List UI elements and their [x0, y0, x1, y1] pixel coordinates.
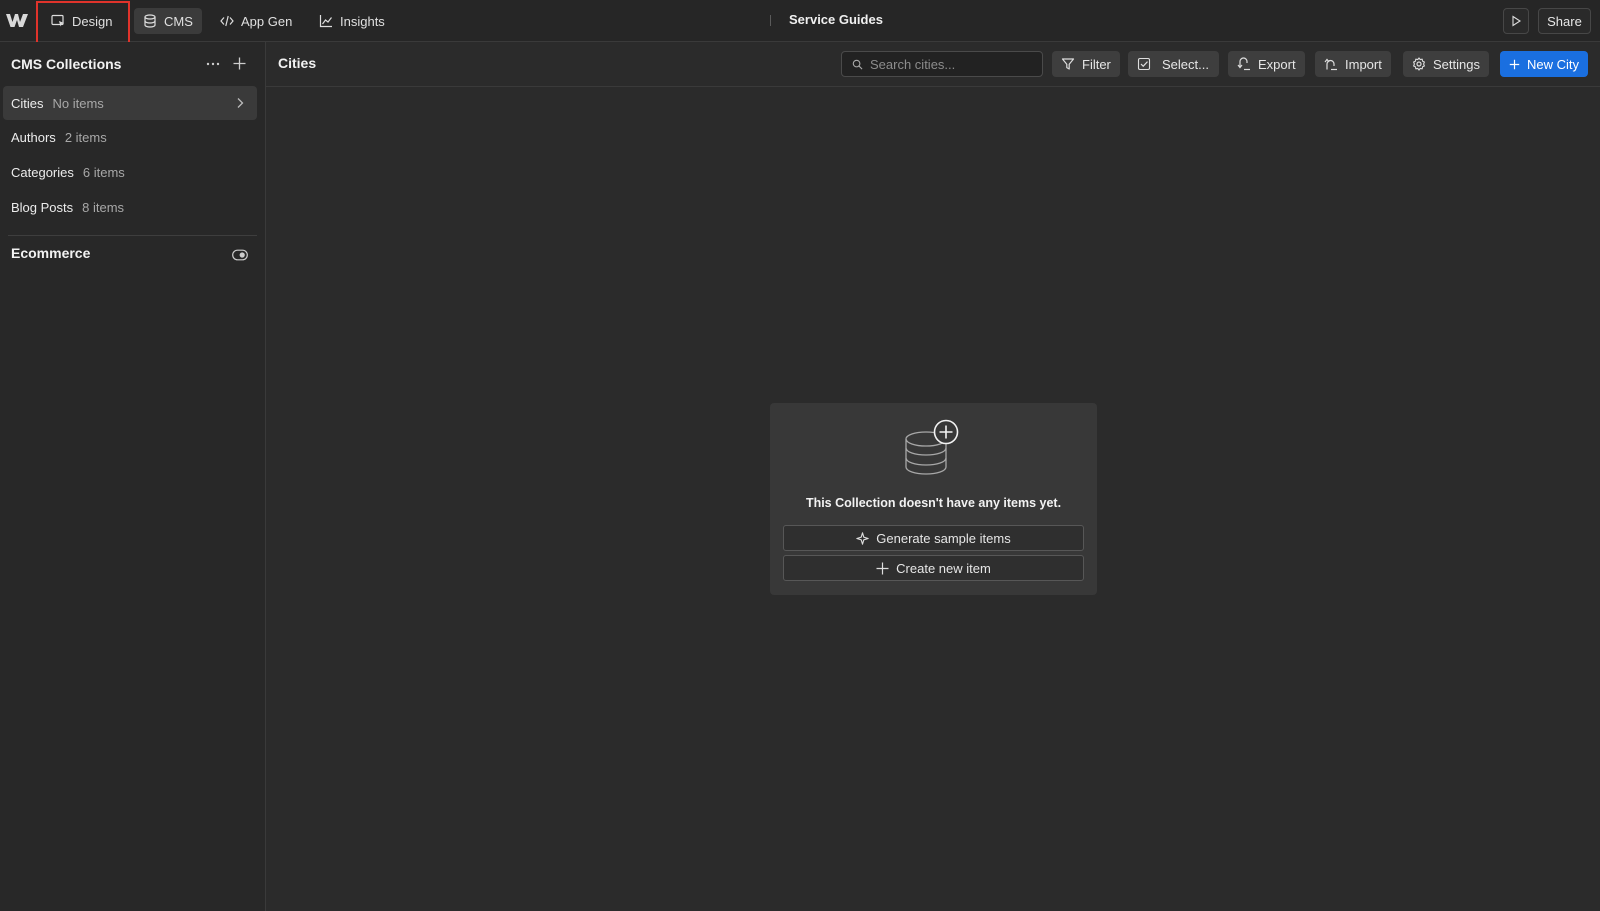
- collection-item-cities[interactable]: Cities No items: [3, 86, 257, 120]
- share-label: Share: [1547, 13, 1582, 29]
- plus-icon: [876, 562, 889, 574]
- generate-sample-items-label: Generate sample items: [876, 530, 1011, 546]
- design-cursor-icon: [51, 14, 64, 27]
- collection-count: 8 items: [82, 199, 125, 215]
- share-button[interactable]: Share: [1538, 8, 1591, 34]
- plus-icon: [1509, 59, 1520, 69]
- top-bar: Design CMS App Gen Insights Service Guid…: [0, 0, 1600, 49]
- title-divider: [770, 15, 771, 26]
- nav-design-button[interactable]: Design: [42, 8, 121, 34]
- create-new-item-button[interactable]: Create new item: [783, 555, 1084, 581]
- chart-line-icon: [319, 15, 332, 28]
- export-icon: [1237, 57, 1250, 71]
- filter-icon: [1061, 58, 1075, 70]
- nav-app-gen-button[interactable]: App Gen: [211, 8, 301, 34]
- collection-count: No items: [52, 95, 104, 111]
- filter-label: Filter: [1082, 56, 1111, 72]
- database-add-icon: [905, 419, 959, 475]
- create-new-item-label: Create new item: [896, 560, 991, 576]
- filter-button[interactable]: Filter: [1052, 51, 1120, 77]
- nav-app-gen-label: App Gen: [241, 13, 293, 29]
- empty-state-card: This Collection doesn't have any items y…: [770, 403, 1097, 595]
- nav-design-label: Design: [72, 13, 113, 29]
- add-collection-icon[interactable]: [233, 57, 246, 70]
- select-label: Select...: [1162, 56, 1209, 72]
- ecommerce-heading: Ecommerce: [11, 245, 91, 261]
- import-button[interactable]: Import: [1315, 51, 1391, 77]
- webflow-logo-icon[interactable]: [6, 12, 28, 28]
- collection-count: 6 items: [82, 164, 125, 180]
- new-city-button[interactable]: New City: [1500, 51, 1589, 77]
- collection-item-blog-posts[interactable]: Blog Posts 8 items: [3, 190, 257, 224]
- ecommerce-toggle-icon[interactable]: [232, 249, 248, 261]
- collection-item-categories[interactable]: Categories 6 items: [3, 155, 257, 189]
- new-city-label: New City: [1527, 56, 1580, 72]
- chevron-right-icon: [237, 98, 244, 108]
- collection-header: Cities Filter Select... Export: [266, 42, 1600, 87]
- nav-cms-label: CMS: [164, 13, 193, 29]
- more-options-icon[interactable]: [206, 61, 220, 67]
- preview-button[interactable]: [1503, 8, 1529, 34]
- collection-name: Authors: [11, 129, 56, 145]
- generate-sample-items-button[interactable]: Generate sample items: [783, 525, 1084, 551]
- settings-label: Settings: [1433, 56, 1480, 72]
- settings-button[interactable]: Settings: [1403, 51, 1489, 77]
- search-box[interactable]: [841, 51, 1043, 77]
- nav-insights-label: Insights: [340, 13, 385, 29]
- search-input[interactable]: [870, 56, 1030, 72]
- empty-state-message: This Collection doesn't have any items y…: [805, 496, 1062, 510]
- collection-name: Blog Posts: [11, 199, 74, 215]
- cms-sidebar: CMS Collections Cities No items Authors …: [0, 42, 266, 911]
- collection-title: Cities: [278, 55, 317, 71]
- sparkle-icon: [856, 531, 870, 545]
- database-icon: [144, 14, 156, 28]
- import-label: Import: [1345, 56, 1382, 72]
- collection-count: 2 items: [64, 129, 107, 145]
- gear-icon: [1413, 57, 1425, 71]
- code-icon: [220, 15, 234, 27]
- play-icon: [1512, 15, 1522, 27]
- export-label: Export: [1258, 56, 1296, 72]
- export-button[interactable]: Export: [1228, 51, 1305, 77]
- site-title: Service Guides: [789, 12, 883, 27]
- collection-item-authors[interactable]: Authors 2 items: [3, 120, 257, 154]
- checkbox-icon: [1137, 57, 1151, 71]
- nav-insights-button[interactable]: Insights: [310, 8, 394, 34]
- sidebar-divider: [8, 235, 257, 236]
- select-button[interactable]: Select...: [1128, 51, 1219, 77]
- collection-name: Cities: [11, 95, 44, 111]
- cms-collections-heading: CMS Collections: [11, 56, 122, 72]
- import-icon: [1324, 58, 1337, 71]
- collection-name: Categories: [11, 164, 74, 180]
- nav-cms-button[interactable]: CMS: [134, 8, 202, 34]
- search-icon: [852, 59, 863, 69]
